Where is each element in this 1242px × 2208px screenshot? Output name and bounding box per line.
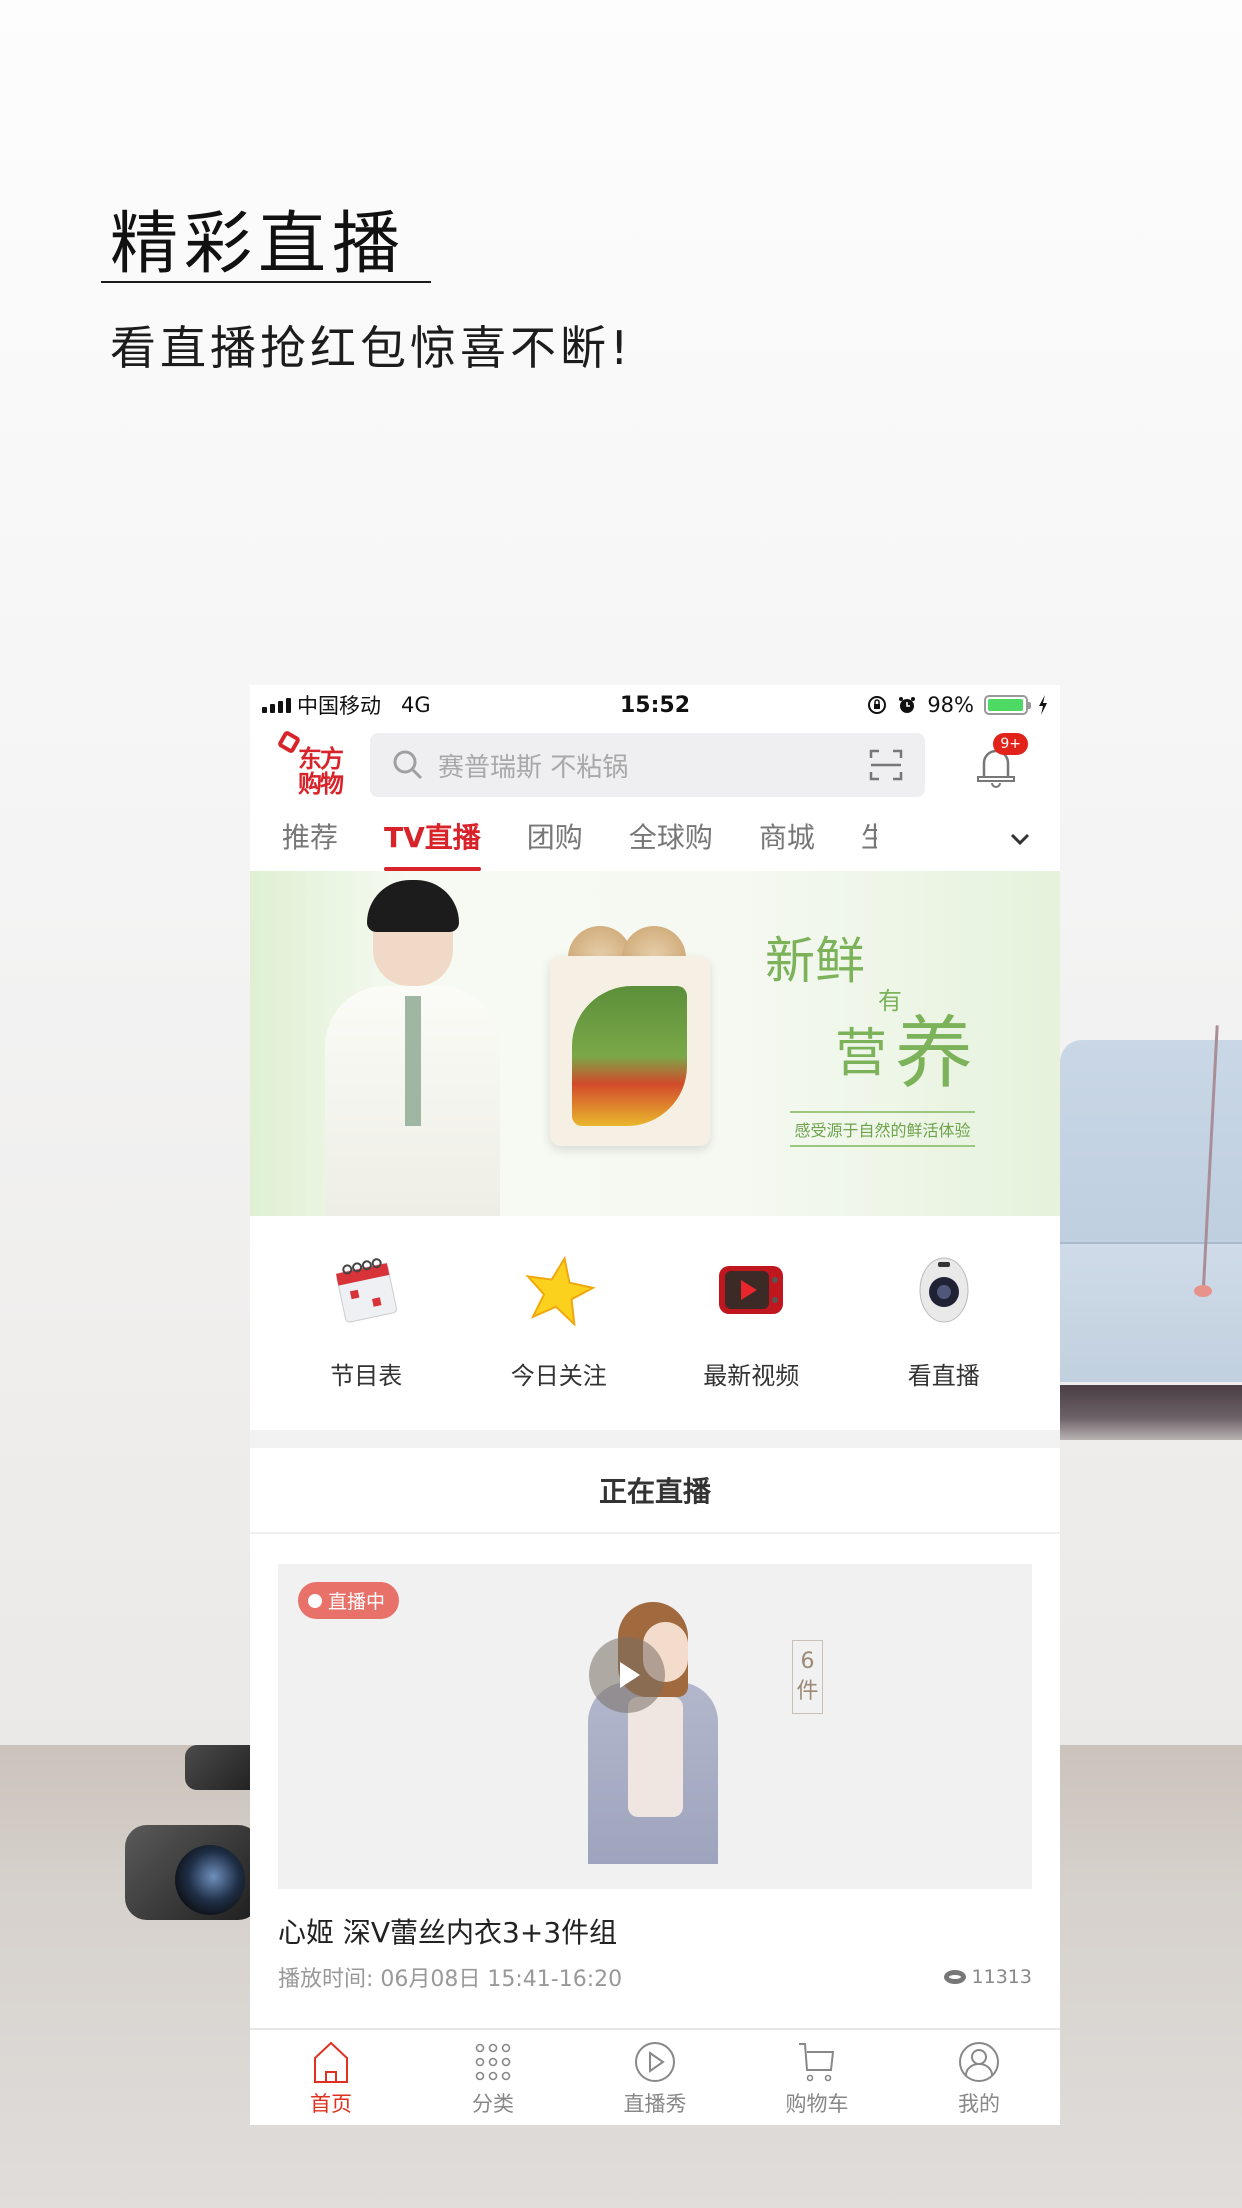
item-count: 6 件	[792, 1640, 823, 1714]
banner-model-image	[325, 880, 500, 1216]
home-icon	[314, 2041, 348, 2083]
tab-life[interactable]: 生活	[861, 805, 877, 871]
quick-link-label: 看直播	[907, 1362, 980, 1390]
tabbar-cart[interactable]: 购物车	[736, 2030, 898, 2125]
network-type: 4G	[401, 693, 431, 717]
chevron-down-icon	[1010, 833, 1030, 846]
tabbar-label: 我的	[958, 2092, 1000, 2116]
play-icon[interactable]	[589, 1637, 665, 1713]
quick-link-schedule[interactable]: 节目表	[281, 1216, 451, 1430]
star-icon	[525, 1255, 595, 1326]
category-tabs: 推荐 TV直播 团购 全球购 商城 生活	[250, 805, 1060, 871]
bottom-tab-bar: 首页 分类 直播秀 购物车 我的	[250, 2028, 1060, 2125]
battery-percent: 98%	[927, 693, 974, 717]
battery-icon	[984, 695, 1031, 715]
sofa-button	[1194, 1285, 1212, 1297]
tab-tv-live[interactable]: TV直播	[384, 805, 481, 871]
cart-icon	[799, 2043, 835, 2082]
live-thumbnail[interactable]: 直播中 6 件	[278, 1564, 1032, 1889]
promo-subline: 看直播抢红包惊喜不断!	[110, 321, 633, 375]
live-card-title[interactable]: 心姬 深V蕾丝内衣3+3件组	[278, 1911, 1032, 1951]
scan-icon[interactable]	[869, 748, 903, 782]
promo-headline: 精彩直播	[110, 205, 407, 284]
search-input[interactable]: 赛普瑞斯 不粘锅	[370, 733, 925, 797]
status-bar: 中国移动 4G 15:52 98%	[250, 685, 1060, 725]
banner-slogan-line2a: 营	[835, 1024, 888, 1084]
expand-tabs-button[interactable]	[1002, 821, 1038, 857]
live-schedule: 播放时间: 06月08日 15:41-16:20	[278, 1967, 623, 1992]
view-count: 11313	[943, 1966, 1032, 1988]
play-circle-icon	[635, 2042, 675, 2082]
tabbar-label: 直播秀	[623, 2092, 687, 2116]
grid-dots-icon	[475, 2043, 511, 2081]
sofa-base	[1060, 1385, 1242, 1440]
banner-tagline: 感受源于自然的鲜活体验	[790, 1111, 975, 1147]
eye-icon	[943, 1970, 966, 1984]
quick-links: 节目表 今日关注 最新视频 看直播	[250, 1216, 1060, 1430]
user-icon	[959, 2042, 999, 2082]
rotation-lock-icon	[868, 696, 887, 714]
banner-slogan-line2b: 养	[895, 1009, 974, 1099]
carrier-name: 中国移动	[297, 694, 381, 718]
section-divider	[250, 1430, 1060, 1448]
top-bar: 东方购物 赛普瑞斯 不粘锅 9+	[250, 725, 1060, 805]
sofa-seat	[1060, 1242, 1242, 1382]
tab-global[interactable]: 全球购	[629, 805, 713, 871]
tabbar-label: 分类	[472, 2092, 514, 2116]
tab-mall[interactable]: 商城	[759, 805, 815, 871]
tv-play-icon	[719, 1266, 784, 1314]
quick-link-label: 节目表	[330, 1362, 403, 1390]
tabbar-profile[interactable]: 我的	[898, 2030, 1060, 2125]
quick-link-videos[interactable]: 最新视频	[666, 1216, 836, 1430]
tab-group-buy[interactable]: 团购	[527, 805, 583, 871]
tabbar-home[interactable]: 首页	[250, 2030, 412, 2125]
live-badge-label: 直播中	[328, 1591, 386, 1613]
headline-divider	[101, 281, 431, 283]
signal-icon	[262, 697, 291, 713]
notification-button[interactable]: 9+	[972, 733, 1028, 791]
live-status-badge: 直播中	[298, 1582, 400, 1619]
video-camera-image	[115, 1745, 265, 1920]
tab-recommend[interactable]: 推荐	[282, 805, 338, 871]
tabbar-live-show[interactable]: 直播秀	[574, 2030, 736, 2125]
webcam-icon	[919, 1257, 969, 1323]
quick-link-label: 今日关注	[510, 1362, 607, 1390]
view-count-value: 11313	[971, 1966, 1032, 1988]
tabbar-label: 购物车	[785, 2092, 849, 2116]
notification-badge: 9+	[993, 733, 1028, 755]
quick-link-watch-live[interactable]: 看直播	[859, 1216, 1029, 1430]
phone-screen: 中国移动 4G 15:52 98% 东方购物 赛普瑞斯 不粘锅 9+ 推荐 TV…	[250, 685, 1060, 2125]
live-dot-icon	[308, 1593, 322, 1608]
quick-link-today[interactable]: 今日关注	[474, 1216, 644, 1430]
product-package-image	[550, 956, 710, 1146]
tabbar-label: 首页	[310, 2092, 352, 2116]
live-section-title: 正在直播	[250, 1448, 1060, 1534]
charging-icon	[1039, 695, 1047, 715]
search-icon	[393, 750, 423, 780]
quick-link-label: 最新视频	[703, 1362, 800, 1390]
alarm-icon	[899, 697, 916, 713]
calendar-icon	[336, 1258, 398, 1323]
promo-banner[interactable]: 新鲜 有 营 养 感受源于自然的鲜活体验	[250, 871, 1060, 1216]
live-card[interactable]: 直播中 6 件 心姬 深V蕾丝内衣3+3件组 播放时间: 06月08日 15:4…	[250, 1534, 1060, 1993]
tabbar-category[interactable]: 分类	[412, 2030, 574, 2125]
app-logo[interactable]: 东方购物	[276, 729, 344, 797]
search-placeholder: 赛普瑞斯 不粘锅	[438, 752, 629, 783]
banner-slogan-line1: 新鲜	[765, 932, 865, 990]
